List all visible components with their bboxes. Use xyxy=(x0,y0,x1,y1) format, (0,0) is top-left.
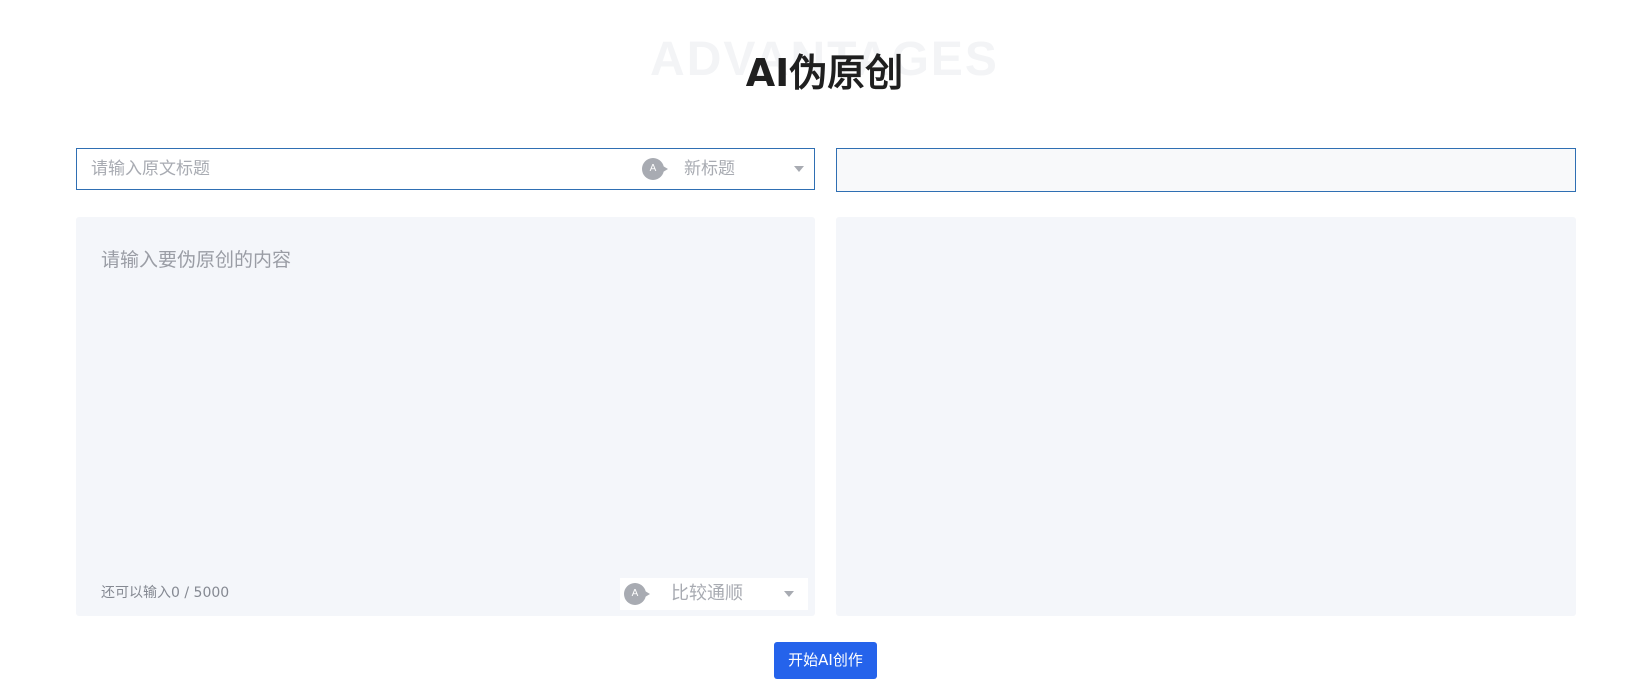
source-content-textarea[interactable] xyxy=(76,217,815,547)
rewritten-content-output[interactable] xyxy=(836,217,1576,616)
rewrite-style-select[interactable]: A 比较通顺 xyxy=(620,578,808,610)
char-counter-current: 0 xyxy=(171,585,180,601)
chevron-down-icon xyxy=(794,166,804,172)
char-counter: 还可以输入0 / 5000 xyxy=(101,583,229,603)
title-mode-value: 新标题 xyxy=(684,159,735,179)
ai-avatar-icon: A xyxy=(642,158,668,180)
start-ai-creation-button[interactable]: 开始AI创作 xyxy=(774,642,877,679)
rewrite-style-value: 比较通顺 xyxy=(671,583,743,604)
source-content-panel: 还可以输入0 / 5000 A 比较通顺 xyxy=(76,217,815,616)
char-counter-max: 5000 xyxy=(193,585,230,601)
chevron-down-icon xyxy=(784,591,794,597)
ai-avatar-icon: A xyxy=(624,583,650,605)
char-counter-prefix: 还可以输入 xyxy=(101,585,171,601)
title-input-group: A 新标题 xyxy=(76,148,815,190)
page-title: AI伪原创 xyxy=(745,51,904,95)
title-mode-select[interactable]: A 新标题 xyxy=(642,149,814,189)
generated-title-output[interactable] xyxy=(836,148,1576,192)
char-counter-separator: / xyxy=(179,585,194,601)
original-title-input[interactable] xyxy=(77,149,627,189)
page: ADVANTAGES AI伪原创 A 新标题 还可以输入0 / 5000 A 比… xyxy=(0,0,1649,686)
